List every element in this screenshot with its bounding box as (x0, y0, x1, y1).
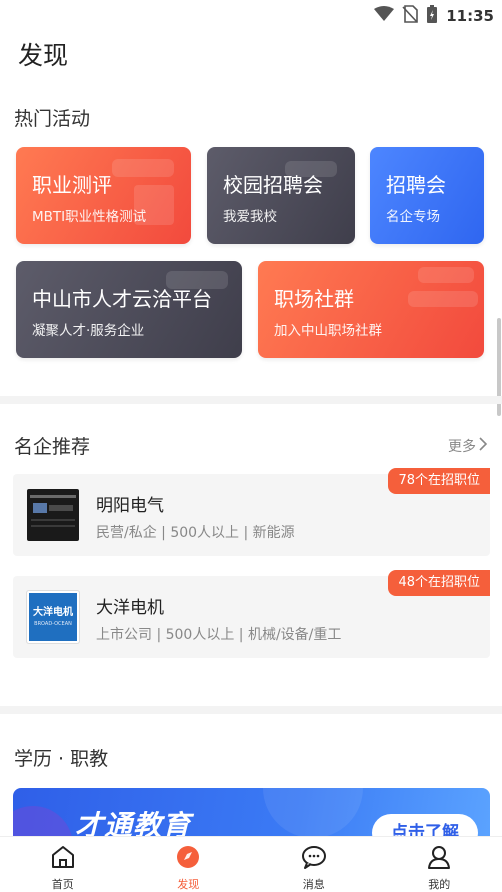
education-title: 学历 · 职教 (14, 748, 109, 770)
tab-label: 我的 (428, 878, 451, 891)
tab-label: 发现 (177, 878, 200, 891)
page-title: 发现 (18, 41, 69, 70)
card-job-fair[interactable]: 招聘会 名企专场 (370, 147, 484, 244)
tab-messages[interactable]: 消息 (251, 837, 377, 892)
tab-home[interactable]: 首页 (0, 837, 126, 892)
card-title: 中山市人才云洽平台 (32, 287, 212, 311)
message-icon (301, 845, 327, 873)
card-career-assessment[interactable]: 职业测评 MBTI职业性格测试 (16, 147, 191, 244)
company-logo (27, 489, 79, 541)
company-info: 民营/私企 | 500人以上 | 新能源 (96, 525, 295, 541)
chevron-right-icon (478, 437, 488, 455)
discover-icon (176, 845, 200, 873)
card-subtitle: 加入中山职场社群 (274, 323, 382, 339)
wifi-icon (374, 6, 395, 26)
company-logo: 大洋电机 BROAD-OCEAN (27, 591, 79, 643)
open-positions-badge: 48个在招职位 (388, 570, 490, 596)
profile-icon (427, 845, 451, 873)
no-sim-icon (402, 5, 419, 27)
companies-title: 名企推荐 (14, 436, 91, 458)
status-bar: 11:35 (0, 0, 502, 30)
open-positions-badge: 78个在招职位 (388, 468, 490, 494)
card-subtitle: 凝聚人才·服务企业 (32, 323, 145, 339)
card-subtitle: 我爱我校 (223, 209, 277, 225)
card-title: 招聘会 (386, 173, 446, 197)
more-companies-link[interactable]: 更多 (448, 436, 488, 456)
card-subtitle: 名企专场 (386, 209, 440, 225)
clock: 11:35 (446, 7, 494, 25)
section-divider (0, 396, 502, 404)
company-name: 大洋电机 (96, 598, 164, 618)
company-card-mingyang[interactable]: 明阳电气 民营/私企 | 500人以上 | 新能源 78个在招职位 (13, 468, 490, 556)
tab-profile[interactable]: 我的 (377, 837, 502, 892)
section-divider (0, 706, 502, 714)
card-subtitle: MBTI职业性格测试 (32, 209, 147, 225)
more-label: 更多 (448, 439, 476, 455)
card-talent-cloud-platform[interactable]: 中山市人才云洽平台 凝聚人才·服务企业 (16, 261, 242, 358)
battery-charging-icon (426, 4, 438, 28)
card-title: 职业测评 (32, 173, 112, 197)
company-card-dayang[interactable]: 大洋电机 BROAD-OCEAN 大洋电机 上市公司 | 500人以上 | 机械… (13, 570, 490, 658)
company-name: 明阳电气 (96, 496, 164, 516)
card-title: 校园招聘会 (223, 173, 323, 197)
home-icon (50, 845, 76, 873)
hot-activities-title: 热门活动 (14, 108, 91, 130)
card-campus-job-fair[interactable]: 校园招聘会 我爱我校 (207, 147, 355, 244)
card-workplace-community[interactable]: 职场社群 加入中山职场社群 (258, 261, 484, 358)
bottom-tab-bar: 首页 发现 消息 我的 (0, 836, 502, 892)
tab-label: 首页 (51, 878, 74, 891)
tab-label: 消息 (302, 878, 325, 891)
company-info: 上市公司 | 500人以上 | 机械/设备/重工 (96, 627, 342, 643)
tab-discover[interactable]: 发现 (126, 837, 252, 892)
card-title: 职场社群 (274, 287, 354, 311)
